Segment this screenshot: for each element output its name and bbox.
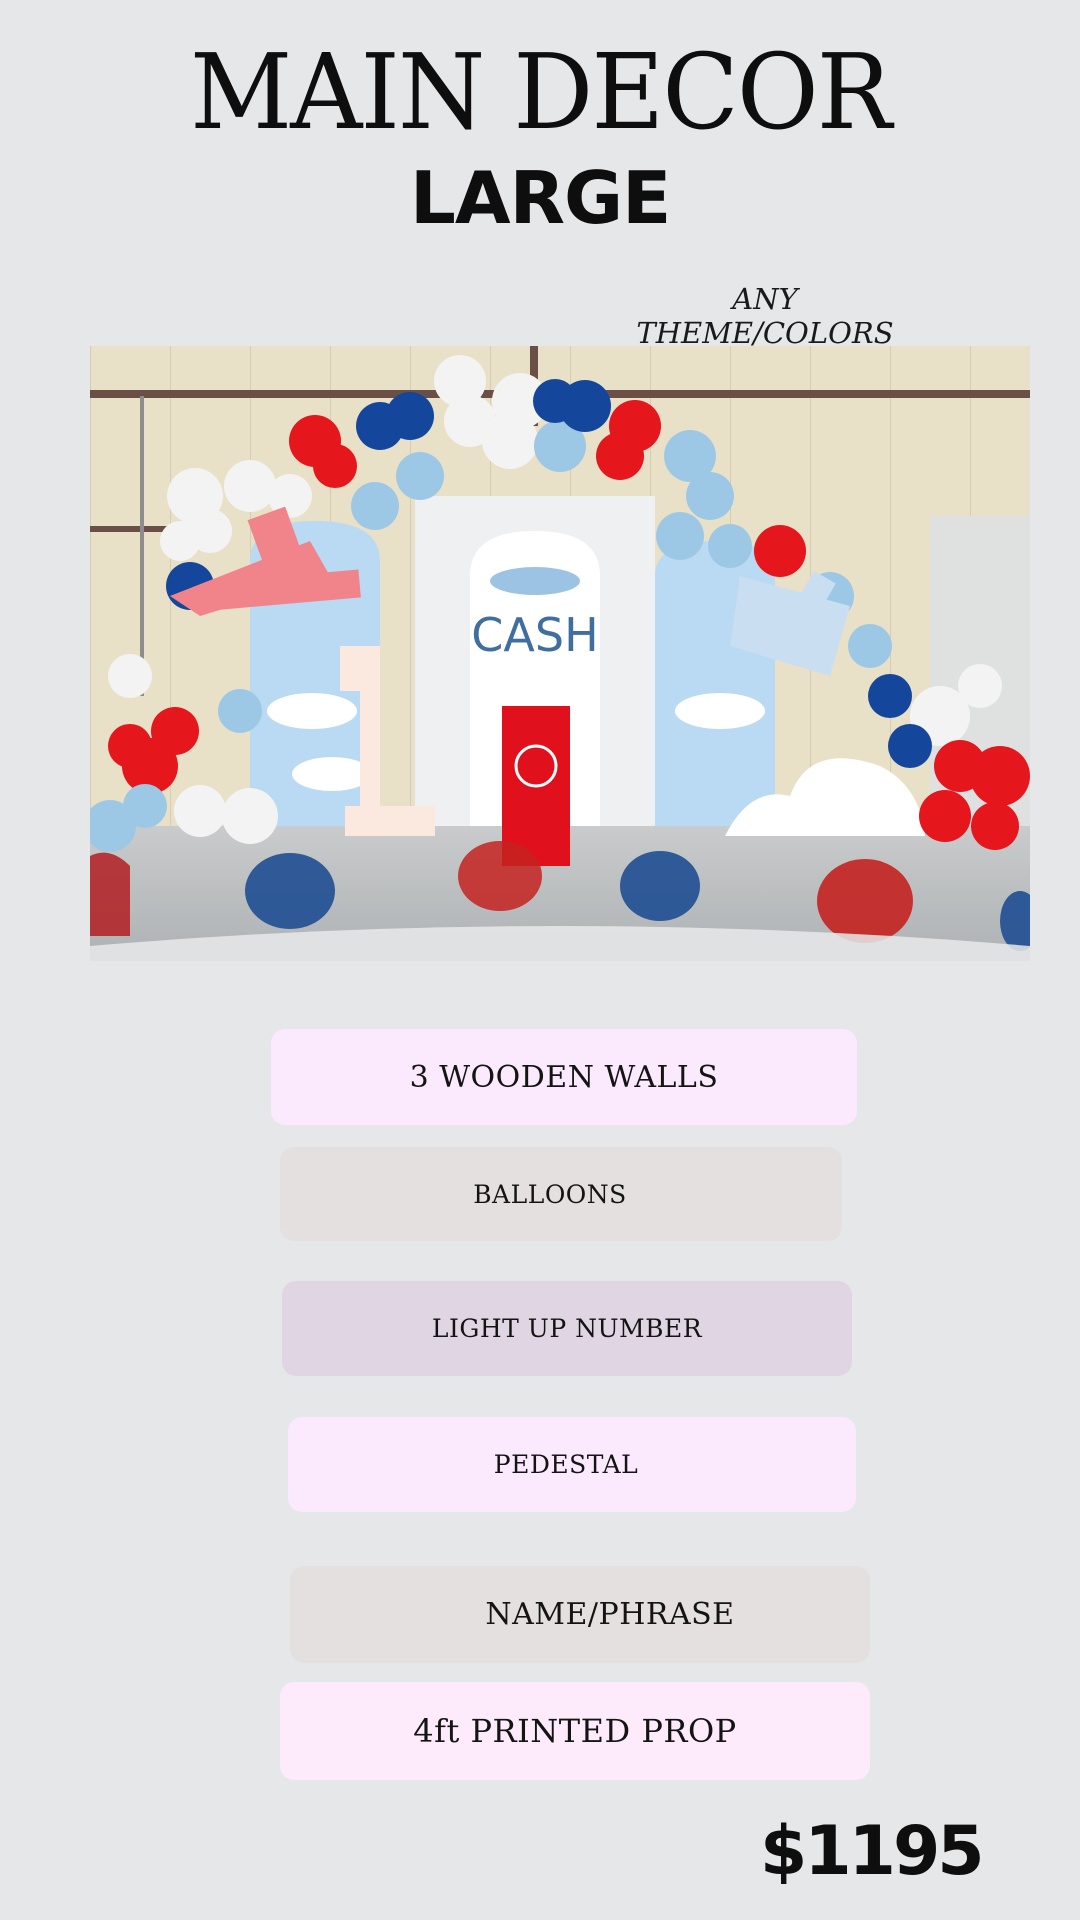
decor-photo: CASH (90, 346, 1030, 961)
item-printed-prop: 4ft PRINTED PROP (280, 1682, 870, 1780)
item-name-phrase: NAME/PHRASE (290, 1566, 870, 1663)
item-label: LIGHT UP NUMBER (431, 1314, 703, 1343)
page-title: MAIN DECOR (189, 31, 892, 153)
theme-note: ANY THEME/COLORS (636, 282, 894, 350)
item-label: PEDESTAL (493, 1450, 639, 1479)
item-label: 4ft PRINTED PROP (413, 1712, 737, 1750)
item-balloons: BALLOONS (280, 1147, 842, 1241)
item-wooden-walls: 3 WOODEN WALLS (271, 1029, 857, 1125)
price: $1195 (760, 1812, 985, 1891)
backdrop-text: CASH (471, 608, 598, 662)
item-light-up-number: LIGHT UP NUMBER (282, 1281, 852, 1376)
item-label: 3 WOODEN WALLS (409, 1059, 719, 1095)
item-pedestal: PEDESTAL (288, 1417, 856, 1512)
item-label: BALLOONS (473, 1179, 627, 1209)
package-size-label: LARGE (410, 156, 671, 240)
item-label: NAME/PHRASE (485, 1597, 735, 1632)
